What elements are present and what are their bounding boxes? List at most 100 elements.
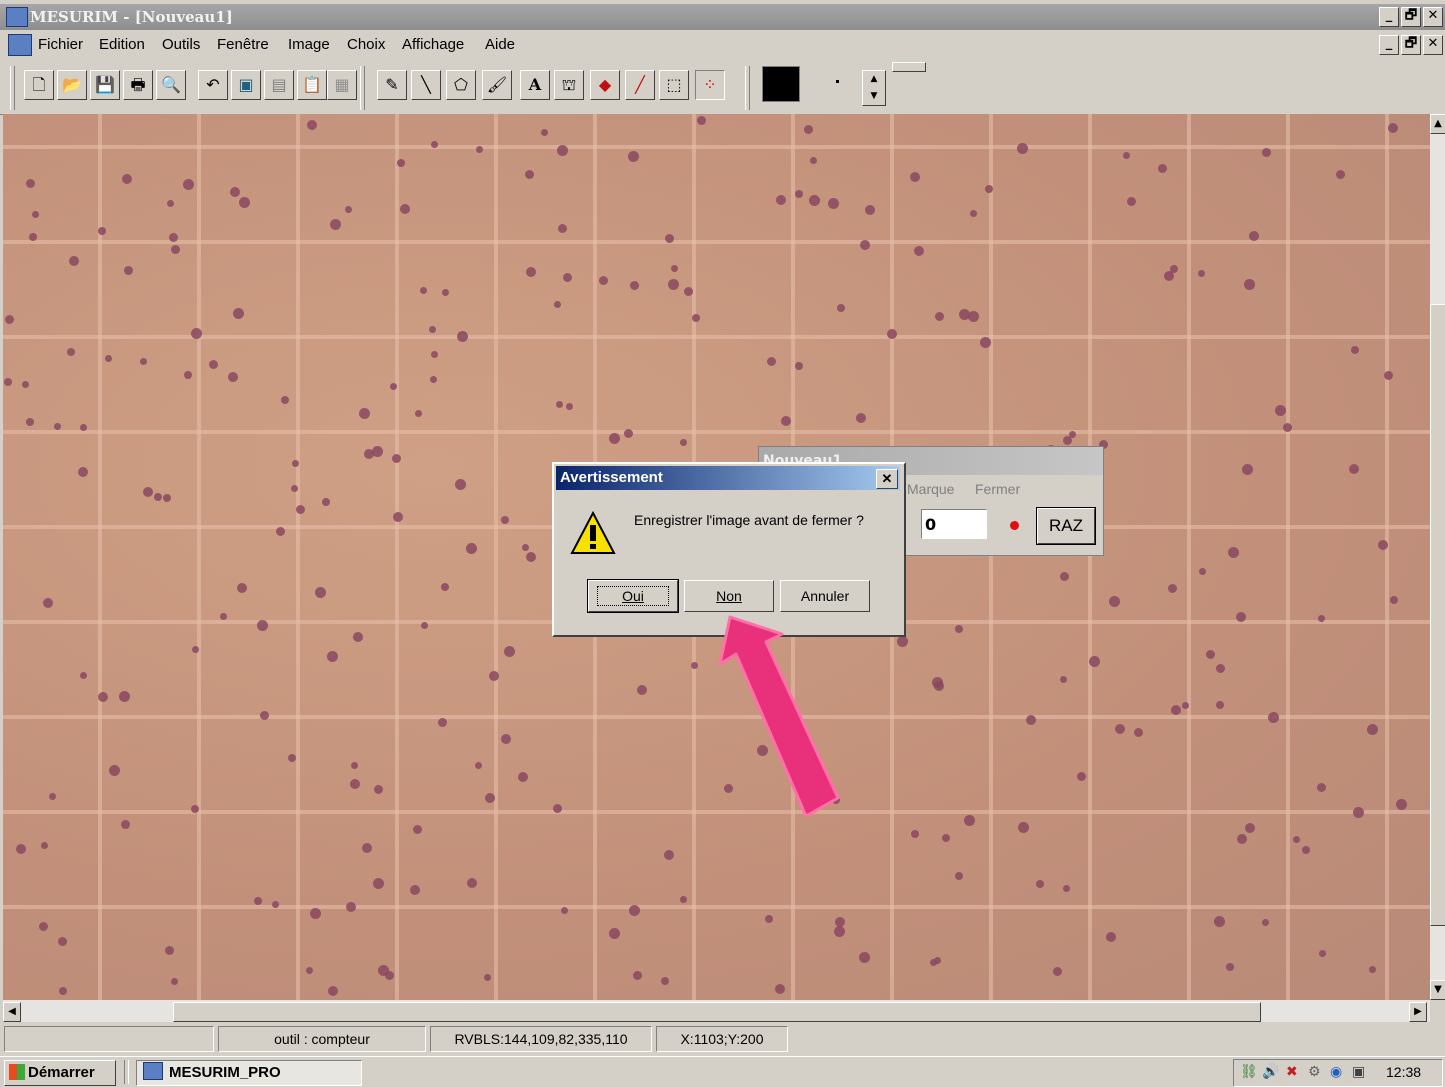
cell-dot <box>400 204 410 214</box>
cell-dot <box>810 157 817 164</box>
cell-dot <box>350 779 360 789</box>
raz-button[interactable]: RAZ <box>1036 507 1096 545</box>
cell-dot <box>330 219 341 230</box>
scroll-left-arrow-icon[interactable]: ◀ <box>3 1002 21 1022</box>
scroll-right-arrow-icon[interactable]: ▶ <box>1409 1002 1427 1022</box>
size-spinner[interactable]: ▲ ▼ <box>862 70 886 106</box>
security-icon[interactable]: ⚙ <box>1308 1064 1321 1080</box>
marque-label[interactable]: Marque <box>907 481 954 497</box>
stamp-icon[interactable]: ⛫ <box>554 70 584 100</box>
pencil-icon[interactable]: ✎ <box>377 70 407 100</box>
doc-minimize-button[interactable]: _ <box>1379 35 1399 55</box>
image-icon[interactable]: ▣ <box>231 70 261 100</box>
cell-dot <box>930 959 937 966</box>
connection-error-icon[interactable]: ✖ <box>1286 1064 1298 1080</box>
doc-restore-button[interactable]: 🗗 <box>1401 35 1421 55</box>
cell-dot <box>1349 464 1359 474</box>
menu-affichage[interactable]: Affichage <box>402 36 464 53</box>
image-gray-icon[interactable]: ▤ <box>264 70 294 100</box>
line-icon[interactable]: ╲ <box>411 70 441 100</box>
oui-button[interactable]: Oui <box>587 579 679 613</box>
new-icon[interactable]: 🗋 <box>24 70 54 100</box>
save-icon[interactable]: 💾 <box>90 70 120 100</box>
fermer-label[interactable]: Fermer <box>975 481 1020 497</box>
toolbar-grip-2[interactable] <box>360 66 365 110</box>
counter-icon[interactable]: ⁘ <box>695 70 725 100</box>
menu-fichier[interactable]: Fichier <box>38 36 83 53</box>
undo-icon[interactable]: ↶ <box>198 70 228 100</box>
menu-aide[interactable]: Aide <box>485 36 515 53</box>
print-icon[interactable]: 🖶 <box>123 70 153 100</box>
restore-button[interactable]: 🗗 <box>1401 7 1421 27</box>
cell-dot <box>1171 705 1181 715</box>
disabled-icon[interactable]: ▦ <box>327 70 357 100</box>
window-title-bar[interactable]: MESURIM - [Nouveau1] _ 🗗 ✕ <box>0 4 1445 30</box>
cell-dot <box>525 170 534 179</box>
volume-icon[interactable]: 🔊 <box>1262 1064 1279 1080</box>
cell-dot <box>1302 846 1310 854</box>
cell-dot <box>184 371 192 379</box>
cell-dot <box>633 971 642 980</box>
cell-dot <box>98 227 106 235</box>
menu-edition[interactable]: Edition <box>99 36 145 53</box>
cell-dot <box>914 246 924 256</box>
annuler-button[interactable]: Annuler <box>780 580 870 612</box>
cell-dot <box>455 479 466 490</box>
start-button[interactable]: Démarrer <box>4 1060 116 1086</box>
select-rect-icon[interactable]: ⬚ <box>659 70 689 100</box>
dialog-title-bar[interactable]: Avertissement ✕ <box>556 466 900 490</box>
cell-dot <box>327 651 338 662</box>
doc-close-button[interactable]: ✕ <box>1423 35 1443 55</box>
menu-outils[interactable]: Outils <box>162 36 200 53</box>
toolbar-grip[interactable] <box>10 66 15 110</box>
cell-dot <box>859 952 870 963</box>
cell-dot <box>239 197 250 208</box>
update-icon[interactable]: ◉ <box>1330 1064 1342 1080</box>
display-icon[interactable]: ▣ <box>1352 1064 1365 1080</box>
menu-choix[interactable]: Choix <box>347 36 385 53</box>
menu-image[interactable]: Image <box>288 36 330 53</box>
vertical-scroll-thumb[interactable] <box>1430 304 1445 926</box>
horizontal-scrollbar[interactable]: ◀ ▶ <box>3 1000 1430 1022</box>
cell-dot <box>671 265 678 272</box>
cell-dot <box>1115 724 1125 734</box>
paste-icon[interactable]: 📋 <box>297 70 327 100</box>
cell-dot <box>1262 919 1269 926</box>
dialog-close-icon[interactable]: ✕ <box>876 469 898 489</box>
color-swatch[interactable] <box>762 66 800 102</box>
cell-dot <box>288 754 296 762</box>
cell-dot <box>475 762 482 769</box>
cell-dot <box>1275 405 1286 416</box>
toolbar-handle[interactable] <box>892 62 926 72</box>
vertical-scrollbar[interactable]: ▲ ▼ <box>1430 114 1445 1000</box>
cell-dot <box>1228 547 1239 558</box>
count-field[interactable]: 0 <box>921 509 987 539</box>
cell-dot <box>566 403 573 410</box>
open-icon[interactable]: 📂 <box>57 70 87 100</box>
close-button[interactable]: ✕ <box>1423 7 1443 27</box>
cell-dot <box>1236 612 1246 622</box>
toolbar-grip-3[interactable] <box>745 66 750 110</box>
cell-dot <box>609 433 620 444</box>
cell-dot <box>413 825 422 834</box>
menu-bar: Fichier Edition Outils Fenêtre Image Cho… <box>0 30 1445 58</box>
cell-dot <box>119 691 130 702</box>
lasso-icon[interactable]: ⬠ <box>446 70 476 100</box>
fill-icon[interactable]: ◆ <box>590 70 620 100</box>
document-icon[interactable] <box>8 34 32 56</box>
menu-fenetre[interactable]: Fenêtre <box>217 36 269 53</box>
horizontal-scroll-thumb[interactable] <box>173 1002 1261 1022</box>
eyedropper-icon[interactable]: ╱ <box>625 70 655 100</box>
non-button[interactable]: Non <box>684 580 774 612</box>
network-icon[interactable]: ⛓ <box>1240 1064 1258 1080</box>
scroll-up-arrow-icon[interactable]: ▲ <box>1430 114 1445 134</box>
cell-dot <box>609 928 620 939</box>
scroll-down-arrow-icon[interactable]: ▼ <box>1430 980 1445 1000</box>
text-icon[interactable]: A <box>520 70 550 100</box>
cell-dot <box>276 527 285 536</box>
brush-icon[interactable]: 🖌 <box>482 70 512 100</box>
zoom-icon[interactable]: 🔍 <box>156 70 186 100</box>
taskbar-item-mesurim[interactable]: MESURIM_PRO <box>136 1060 362 1086</box>
minimize-button[interactable]: _ <box>1379 7 1399 27</box>
cell-dot <box>438 718 447 727</box>
